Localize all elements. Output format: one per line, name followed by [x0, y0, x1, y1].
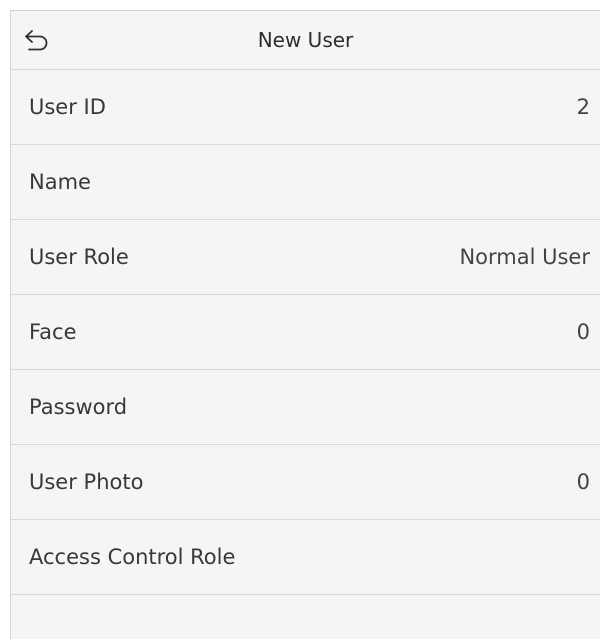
- back-button[interactable]: [23, 27, 51, 53]
- user-field-list: User ID 2 Name User Role Normal User Fac…: [11, 70, 600, 595]
- user-role-row[interactable]: User Role Normal User: [11, 220, 600, 295]
- name-label: Name: [29, 170, 91, 194]
- user-photo-row[interactable]: User Photo 0: [11, 445, 600, 520]
- user-id-label: User ID: [29, 95, 106, 119]
- header-bar: New User: [11, 11, 600, 70]
- face-row[interactable]: Face 0: [11, 295, 600, 370]
- password-row[interactable]: Password: [11, 370, 600, 445]
- back-arrow-icon: [23, 27, 51, 53]
- user-id-row[interactable]: User ID 2: [11, 70, 600, 145]
- user-role-label: User Role: [29, 245, 129, 269]
- face-value: 0: [576, 320, 590, 344]
- password-label: Password: [29, 395, 128, 419]
- user-photo-label: User Photo: [29, 470, 144, 494]
- face-label: Face: [29, 320, 77, 344]
- new-user-screen: New User User ID 2 Name User Role Normal…: [10, 10, 600, 639]
- access-control-role-row[interactable]: Access Control Role: [11, 520, 600, 595]
- user-role-value: Normal User: [459, 245, 590, 269]
- access-control-role-label: Access Control Role: [29, 545, 236, 569]
- user-id-value: 2: [576, 95, 590, 119]
- page-title: New User: [257, 28, 354, 52]
- name-row[interactable]: Name: [11, 145, 600, 220]
- user-photo-value: 0: [576, 470, 590, 494]
